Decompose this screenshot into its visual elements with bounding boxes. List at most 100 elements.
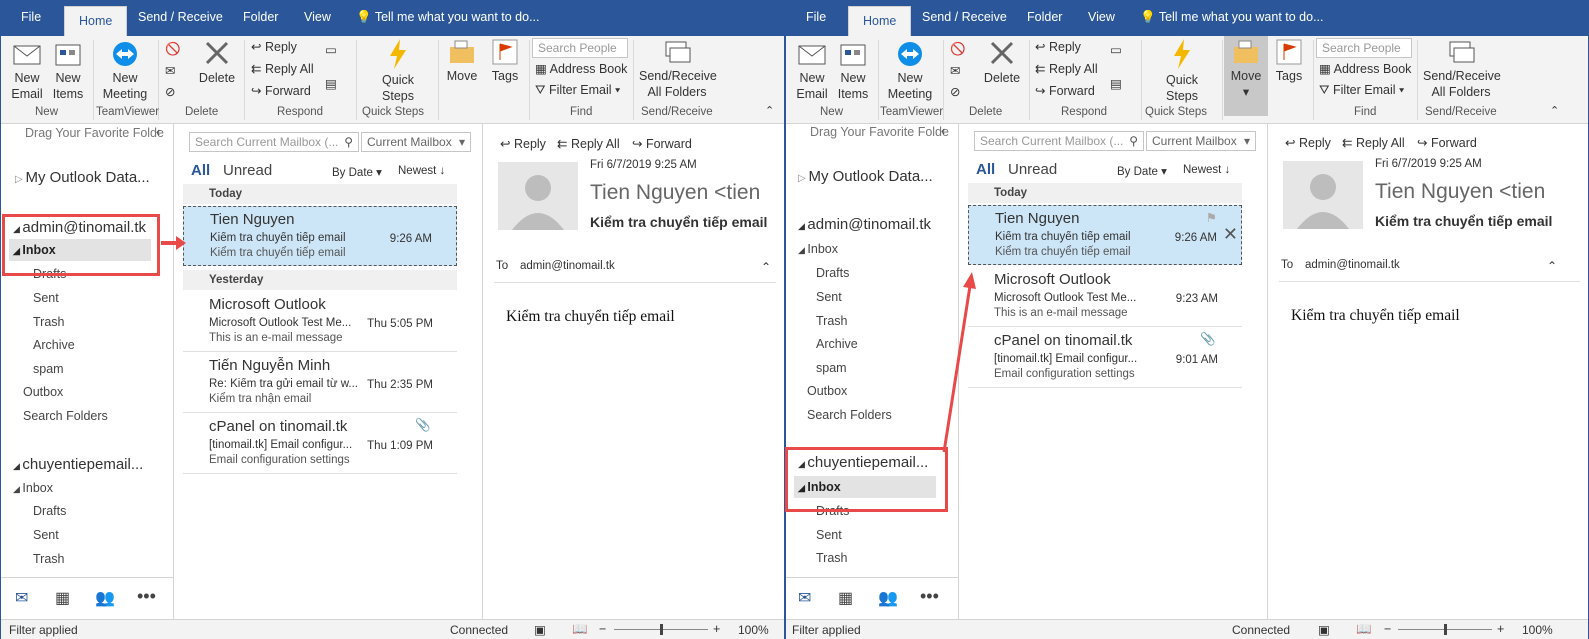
calendar-icon[interactable]: ▦: [838, 588, 853, 608]
mail-icon[interactable]: ✉: [798, 588, 811, 608]
ignore-icon[interactable]: 🚫: [165, 42, 181, 57]
account1-node[interactable]: ◢ admin@tinomail.tk: [798, 216, 931, 233]
move-button[interactable]: Move ▾: [1224, 36, 1268, 116]
zoom-in-icon[interactable]: +: [713, 622, 720, 636]
search-scope-select[interactable]: Current Mailbox ▾: [1146, 131, 1256, 151]
sort-newest[interactable]: Newest ↓: [1183, 164, 1230, 176]
folder-archive[interactable]: Archive: [816, 337, 858, 351]
tab-view[interactable]: View: [1088, 10, 1115, 24]
group-header-today[interactable]: Today: [183, 184, 457, 204]
account2-sent[interactable]: Sent: [816, 528, 842, 542]
zoom-slider-thumb[interactable]: [1444, 624, 1447, 635]
sort-by-date[interactable]: By Date ▾: [1117, 164, 1167, 178]
message-item[interactable]: cPanel on tinomail.tk [tinomail.tk] Emai…: [183, 414, 457, 474]
new-items-button[interactable]: New Items: [49, 42, 87, 102]
reply-all-button[interactable]: ⇇ Reply All: [251, 61, 314, 76]
filter-all[interactable]: All: [191, 162, 210, 179]
folder-trash[interactable]: Trash: [816, 314, 848, 328]
tags-button[interactable]: Tags: [487, 38, 523, 84]
mail-icon[interactable]: ✉: [15, 588, 28, 608]
account2-trash[interactable]: Trash: [33, 552, 65, 566]
tab-file[interactable]: File: [806, 10, 826, 24]
address-book-button[interactable]: ▦ Address Book: [1319, 61, 1411, 76]
quick-steps-button[interactable]: Quick Steps: [1157, 38, 1207, 104]
tab-send-receive[interactable]: Send / Receive: [922, 10, 1007, 24]
tab-home[interactable]: Home: [64, 6, 128, 36]
reading-reply-button[interactable]: ↩ Reply: [1285, 135, 1331, 150]
folder-sent[interactable]: Sent: [33, 291, 59, 305]
reply-all-button[interactable]: ⇇ Reply All: [1035, 61, 1098, 76]
reading-forward-button[interactable]: ↪ Forward: [1417, 135, 1477, 150]
account2-sent[interactable]: Sent: [33, 528, 59, 542]
reading-reply-all-button[interactable]: ⇇ Reply All: [557, 136, 620, 151]
folder-archive[interactable]: Archive: [33, 338, 75, 352]
forward-button[interactable]: ↪ Forward: [251, 83, 311, 98]
reading-reply-button[interactable]: ↩ Reply: [500, 136, 546, 151]
send-receive-all-button[interactable]: Send/Receive All Folders: [639, 38, 717, 100]
account2-drafts[interactable]: Drafts: [33, 504, 66, 518]
tell-me-box[interactable]: 💡 Tell me what you want to do...: [356, 10, 540, 25]
flag-icon[interactable]: ⚑: [1206, 210, 1217, 225]
filter-unread[interactable]: Unread: [1008, 161, 1057, 178]
more-respond-icon[interactable]: ▤: [1110, 76, 1122, 91]
junk-icon[interactable]: ⊘: [165, 84, 175, 99]
filter-email-button[interactable]: ⛛ Filter Email ▾: [1319, 83, 1404, 98]
new-email-button[interactable]: New Email: [794, 42, 830, 102]
im-icon[interactable]: ▭: [325, 42, 337, 57]
cleanup-icon[interactable]: ✉: [165, 63, 175, 78]
zoom-level[interactable]: 100%: [738, 623, 769, 637]
people-icon[interactable]: 👥: [95, 588, 115, 608]
search-scope-select[interactable]: Current Mailbox ▾: [361, 132, 471, 152]
im-icon[interactable]: ▭: [1110, 42, 1122, 57]
folder-inbox[interactable]: ◢ Inbox: [798, 242, 838, 256]
group-header-yesterday[interactable]: Yesterday: [183, 270, 457, 290]
calendar-icon[interactable]: ▦: [55, 588, 70, 608]
collapse-header-icon[interactable]: ⌃: [1547, 259, 1557, 273]
address-book-button[interactable]: ▦ Address Book: [535, 61, 627, 76]
message-item[interactable]: Tien Nguyen Kiểm tra chuyển tiếp email K…: [968, 205, 1242, 265]
send-receive-all-button[interactable]: Send/Receive All Folders: [1423, 38, 1501, 100]
folder-trash[interactable]: Trash: [33, 315, 65, 329]
account2-inbox[interactable]: ◢ Inbox: [13, 481, 53, 495]
forward-button[interactable]: ↪ Forward: [1035, 83, 1095, 98]
ignore-icon[interactable]: 🚫: [950, 42, 966, 57]
collapse-pane-icon[interactable]: ‹: [156, 125, 160, 139]
new-meeting-button[interactable]: New Meeting: [101, 40, 149, 102]
account2-trash[interactable]: Trash: [816, 551, 848, 565]
folder-outbox[interactable]: Outbox: [23, 385, 63, 399]
message-item[interactable]: Tiến Nguyễn Minh Re: Kiểm tra gửi email …: [183, 353, 457, 413]
search-mailbox-input[interactable]: Search Current Mailbox (... ⚲: [189, 132, 359, 152]
folder-spam[interactable]: spam: [816, 361, 847, 375]
message-item[interactable]: cPanel on tinomail.tk [tinomail.tk] Emai…: [968, 328, 1242, 388]
normal-view-icon[interactable]: ▣: [1318, 622, 1330, 637]
zoom-level[interactable]: 100%: [1522, 623, 1553, 637]
folder-spam[interactable]: spam: [33, 362, 64, 376]
collapse-ribbon-icon[interactable]: ⌃: [765, 104, 774, 117]
account2-node[interactable]: ◢ chuyentiepemail...: [13, 456, 143, 473]
folder-search-folders[interactable]: Search Folders: [807, 408, 892, 422]
filter-unread[interactable]: Unread: [223, 162, 272, 179]
message-item[interactable]: Microsoft Outlook Microsoft Outlook Test…: [183, 292, 457, 352]
reading-view-icon[interactable]: 📖: [1356, 622, 1372, 637]
group-header-today[interactable]: Today: [968, 183, 1242, 203]
tab-home[interactable]: Home: [848, 6, 912, 36]
tab-file[interactable]: File: [21, 10, 41, 24]
filter-all[interactable]: All: [976, 161, 995, 178]
delete-button[interactable]: Delete: [197, 38, 237, 86]
tab-folder[interactable]: Folder: [1027, 10, 1062, 24]
sort-newest[interactable]: Newest ↓: [398, 165, 445, 177]
new-email-button[interactable]: New Email: [9, 42, 45, 102]
more-icon[interactable]: •••: [137, 586, 156, 607]
quick-steps-button[interactable]: Quick Steps: [373, 38, 423, 104]
tags-button[interactable]: Tags: [1271, 38, 1307, 84]
folder-drafts[interactable]: Drafts: [816, 266, 849, 280]
folder-search-folders[interactable]: Search Folders: [23, 409, 108, 423]
people-icon[interactable]: 👥: [878, 588, 898, 608]
zoom-in-icon[interactable]: +: [1497, 622, 1504, 636]
new-meeting-button[interactable]: New Meeting: [886, 40, 934, 102]
reading-forward-button[interactable]: ↪ Forward: [632, 136, 692, 151]
tab-view[interactable]: View: [304, 10, 331, 24]
filter-email-button[interactable]: ⛛ Filter Email ▾: [535, 83, 620, 98]
sort-by-date[interactable]: By Date ▾: [332, 165, 382, 179]
folder-sent[interactable]: Sent: [816, 290, 842, 304]
